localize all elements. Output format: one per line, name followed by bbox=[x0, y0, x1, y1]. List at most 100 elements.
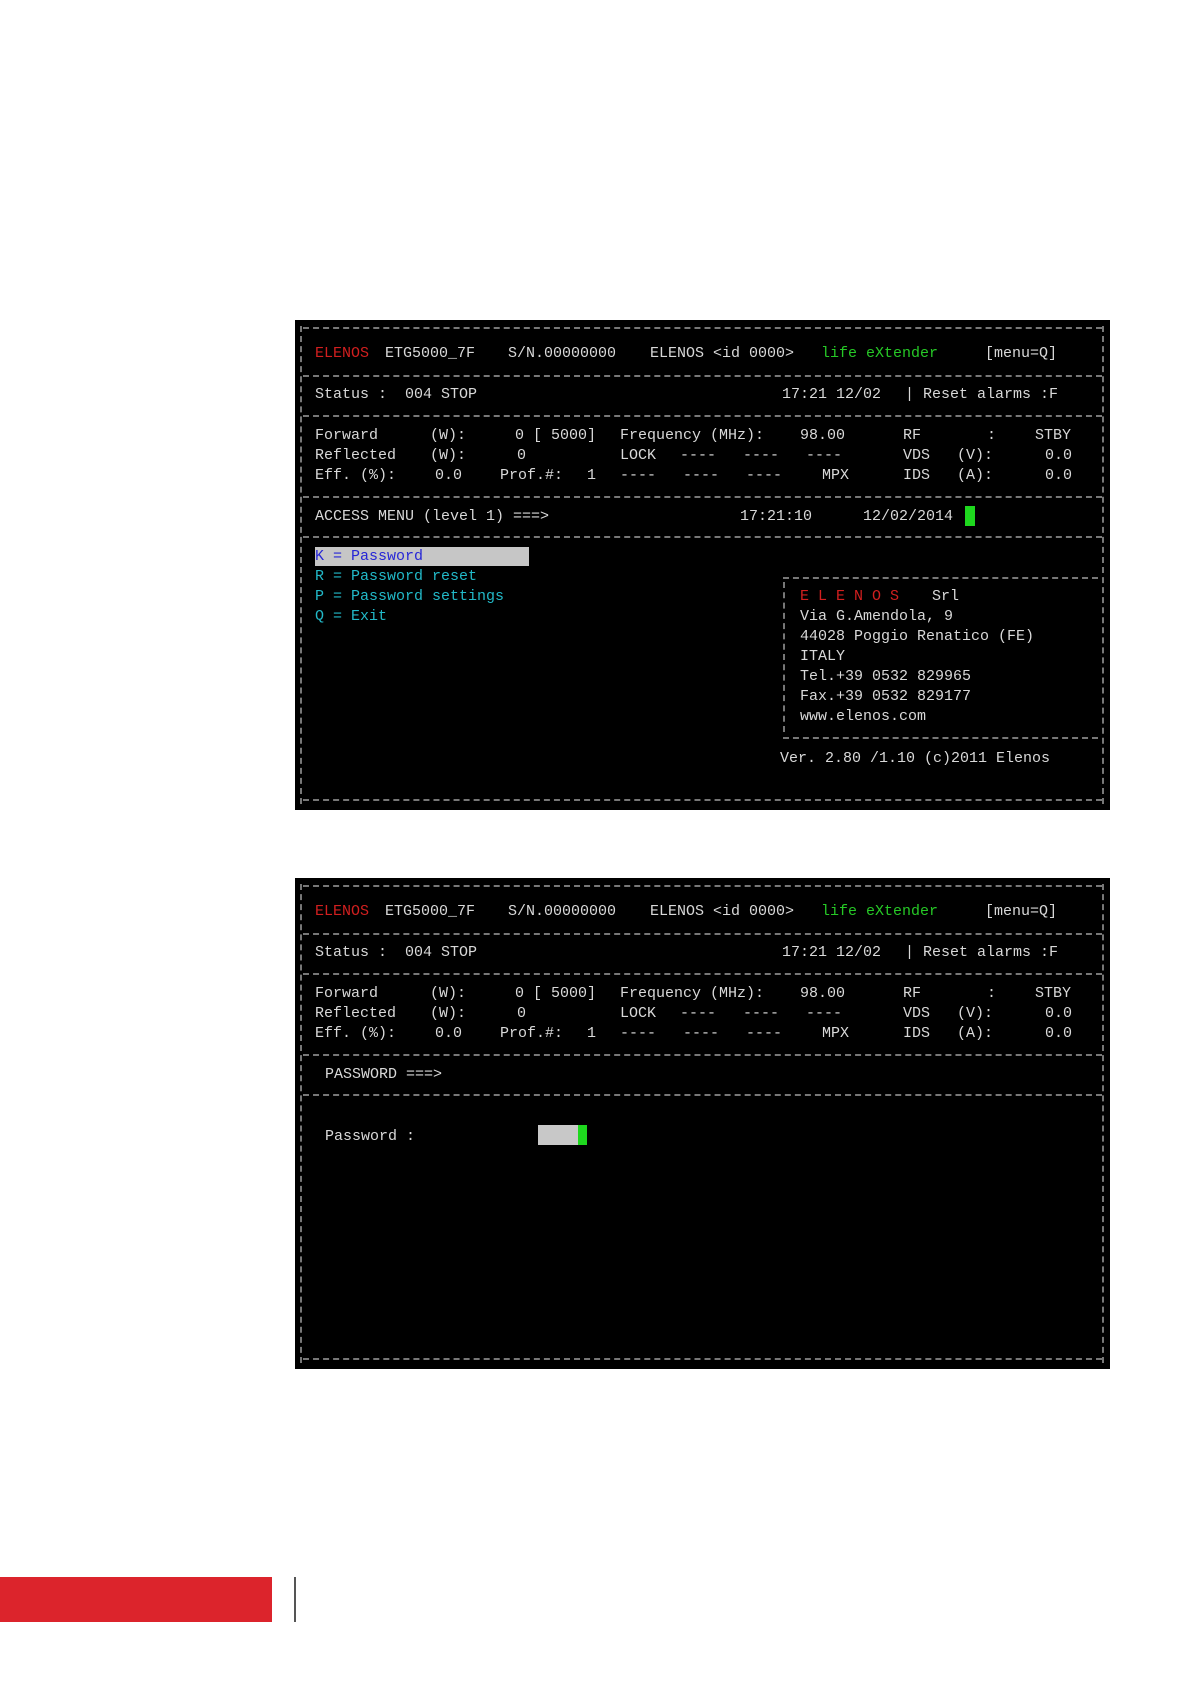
border-top bbox=[303, 327, 1102, 329]
terminal-access-menu: ELENOS ETG5000_7F S/N.00000000 ELENOS <i… bbox=[295, 320, 1110, 810]
status-time: 17:21 12/02 bbox=[782, 386, 882, 403]
vds-unit: (V): bbox=[957, 1005, 994, 1022]
frequency-label: Frequency (MHz): bbox=[620, 427, 765, 444]
clock-time: 17:21:10 bbox=[740, 508, 813, 525]
menu-option-password[interactable]: K = Password bbox=[315, 548, 423, 566]
forward-value: 0 [ 5000] bbox=[515, 427, 597, 444]
frequency-value: 98.00 bbox=[800, 427, 846, 444]
eff-label: Eff. (%): bbox=[315, 467, 397, 484]
company-tel: Tel.+39 0532 829965 bbox=[800, 668, 972, 685]
status-label: Status : bbox=[315, 386, 388, 403]
status-value: 004 STOP bbox=[405, 944, 478, 961]
reflected-value: 0 bbox=[517, 447, 527, 464]
company-address: Via G.Amendola, 9 bbox=[800, 608, 954, 625]
company-country: ITALY bbox=[800, 648, 846, 665]
divider bbox=[303, 536, 1102, 538]
company-box-top bbox=[783, 577, 1098, 579]
border-right bbox=[1102, 884, 1104, 1363]
company-fax: Fax.+39 0532 829177 bbox=[800, 688, 972, 705]
vendor-id-label: ELENOS <id 0000> bbox=[650, 903, 795, 920]
brand-label: ELENOS bbox=[315, 903, 370, 920]
status-label: Status : bbox=[315, 944, 388, 961]
text-cursor bbox=[965, 506, 975, 526]
company-name-spaced: E L E N O S bbox=[800, 588, 900, 605]
mpx-dashes: ---- ---- ---- bbox=[620, 1025, 783, 1042]
company-box-bottom bbox=[783, 737, 1098, 739]
text-cursor bbox=[578, 1125, 587, 1145]
forward-label: Forward bbox=[315, 985, 379, 1002]
model-label: ETG5000_7F bbox=[385, 903, 476, 920]
reflected-unit: (W): bbox=[430, 447, 467, 464]
prof-label: Prof.#: bbox=[500, 467, 564, 484]
company-web: www.elenos.com bbox=[800, 708, 927, 725]
frequency-value: 98.00 bbox=[800, 985, 846, 1002]
password-input[interactable] bbox=[538, 1125, 578, 1145]
ids-unit: (A): bbox=[957, 467, 994, 484]
password-label: Password : bbox=[325, 1128, 416, 1145]
divider bbox=[303, 933, 1102, 935]
frequency-label: Frequency (MHz): bbox=[620, 985, 765, 1002]
company-city: 44028 Poggio Renatico (FE) bbox=[800, 628, 1035, 645]
page-footer-divider bbox=[294, 1577, 296, 1622]
rf-label: RF bbox=[903, 427, 922, 444]
mpx-label: MPX bbox=[822, 467, 850, 484]
divider bbox=[303, 415, 1102, 417]
forward-unit: (W): bbox=[430, 985, 467, 1002]
border-top bbox=[303, 885, 1102, 887]
divider bbox=[303, 1094, 1102, 1096]
tagline-label: life eXtender bbox=[821, 903, 939, 920]
lock-dashes: ---- ---- ---- bbox=[680, 1005, 843, 1022]
rf-label: RF bbox=[903, 985, 922, 1002]
terminal-password-screen: ELENOS ETG5000_7F S/N.00000000 ELENOS <i… bbox=[295, 878, 1110, 1369]
vds-unit: (V): bbox=[957, 447, 994, 464]
rf-separator: : bbox=[987, 427, 997, 444]
company-box-left bbox=[783, 582, 785, 732]
status-value: 004 STOP bbox=[405, 386, 478, 403]
divider bbox=[303, 375, 1102, 377]
menu-hint: [menu=Q] bbox=[985, 345, 1058, 362]
divider bbox=[303, 496, 1102, 498]
rf-separator: : bbox=[987, 985, 997, 1002]
mpx-label: MPX bbox=[822, 1025, 850, 1042]
vendor-id-label: ELENOS <id 0000> bbox=[650, 345, 795, 362]
ids-unit: (A): bbox=[957, 1025, 994, 1042]
prof-label: Prof.#: bbox=[500, 1025, 564, 1042]
vds-label: VDS bbox=[903, 1005, 931, 1022]
reflected-unit: (W): bbox=[430, 1005, 467, 1022]
tagline-label: life eXtender bbox=[821, 345, 939, 362]
menu-option-exit[interactable]: Q = Exit bbox=[315, 608, 387, 626]
reflected-label: Reflected bbox=[315, 447, 397, 464]
vds-label: VDS bbox=[903, 447, 931, 464]
page-footer-red-bar bbox=[0, 1577, 272, 1622]
status-time: 17:21 12/02 bbox=[782, 944, 882, 961]
menu-hint: [menu=Q] bbox=[985, 903, 1058, 920]
reset-alarms-hint: | Reset alarms :F bbox=[905, 944, 1059, 961]
model-label: ETG5000_7F bbox=[385, 345, 476, 362]
border-left bbox=[300, 884, 302, 1363]
mpx-dashes: ---- ---- ---- bbox=[620, 467, 783, 484]
access-menu-title: ACCESS MENU (level 1) ===> bbox=[315, 508, 550, 525]
forward-unit: (W): bbox=[430, 427, 467, 444]
forward-label: Forward bbox=[315, 427, 379, 444]
reflected-value: 0 bbox=[517, 1005, 527, 1022]
border-right bbox=[1102, 326, 1104, 804]
rf-value: STBY bbox=[1035, 427, 1072, 444]
lock-label: LOCK bbox=[620, 1005, 657, 1022]
serial-label: S/N.00000000 bbox=[508, 903, 617, 920]
border-bottom bbox=[303, 799, 1102, 801]
vds-value: 0.0 bbox=[1045, 1005, 1073, 1022]
serial-label: S/N.00000000 bbox=[508, 345, 617, 362]
eff-label: Eff. (%): bbox=[315, 1025, 397, 1042]
version-label: Ver. 2.80 /1.10 (c)2011 Elenos bbox=[780, 750, 1051, 767]
ids-value: 0.0 bbox=[1045, 1025, 1073, 1042]
ids-label: IDS bbox=[903, 467, 931, 484]
menu-option-password-settings[interactable]: P = Password settings bbox=[315, 588, 504, 606]
menu-option-password-reset[interactable]: R = Password reset bbox=[315, 568, 477, 586]
brand-label: ELENOS bbox=[315, 345, 370, 362]
rf-value: STBY bbox=[1035, 985, 1072, 1002]
ids-value: 0.0 bbox=[1045, 467, 1073, 484]
divider bbox=[303, 1054, 1102, 1056]
reflected-label: Reflected bbox=[315, 1005, 397, 1022]
vds-value: 0.0 bbox=[1045, 447, 1073, 464]
lock-label: LOCK bbox=[620, 447, 657, 464]
